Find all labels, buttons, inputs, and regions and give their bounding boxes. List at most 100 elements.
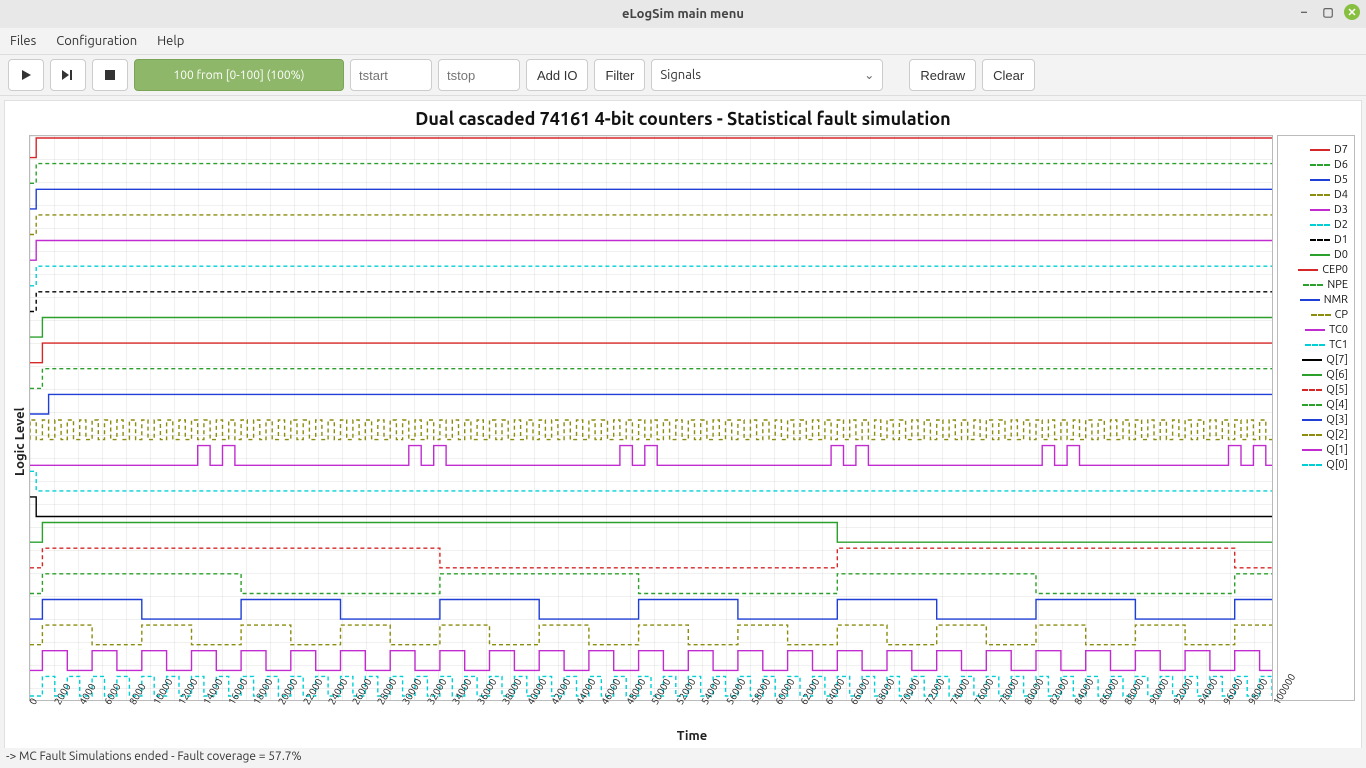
legend-item[interactable]: Q[2] bbox=[1284, 429, 1348, 441]
x-axis-ticks: 0200040006000800010000120001400016000180… bbox=[29, 701, 1273, 733]
step-button[interactable] bbox=[50, 59, 86, 91]
legend-swatch bbox=[1310, 239, 1330, 241]
stop-icon bbox=[104, 69, 116, 81]
trace-TC1 bbox=[30, 471, 1272, 491]
progress-label: 100 from [0-100] (100%) bbox=[173, 69, 304, 82]
maximize-icon[interactable]: ▢ bbox=[1320, 4, 1336, 20]
legend-item[interactable]: D3 bbox=[1284, 204, 1348, 216]
legend-label: D0 bbox=[1334, 249, 1348, 261]
trace-Q[6] bbox=[30, 523, 1272, 543]
legend-label: CP bbox=[1335, 309, 1348, 321]
trace-Q[4] bbox=[30, 574, 1272, 594]
legend-item[interactable]: CEP0 bbox=[1284, 264, 1348, 276]
legend-item[interactable]: D5 bbox=[1284, 174, 1348, 186]
legend-swatch bbox=[1305, 344, 1325, 346]
legend-swatch bbox=[1310, 179, 1330, 181]
trace-Q[7] bbox=[30, 497, 1272, 517]
minimize-icon[interactable]: – bbox=[1296, 4, 1312, 20]
clear-button[interactable]: Clear bbox=[982, 59, 1035, 91]
legend-swatch bbox=[1302, 419, 1322, 421]
close-icon[interactable] bbox=[1344, 4, 1360, 20]
legend-item[interactable]: TC1 bbox=[1284, 339, 1348, 351]
legend-item[interactable]: D1 bbox=[1284, 234, 1348, 246]
trace-Q[2] bbox=[30, 625, 1272, 645]
legend-label: Q[6] bbox=[1326, 369, 1348, 381]
legend-item[interactable]: D4 bbox=[1284, 189, 1348, 201]
toolbar: 100 from [0-100] (100%) Add IO Filter Si… bbox=[0, 54, 1366, 96]
legend-item[interactable]: Q[0] bbox=[1284, 459, 1348, 471]
trace-CEP0 bbox=[30, 343, 1272, 363]
legend-swatch bbox=[1311, 314, 1331, 316]
legend-swatch bbox=[1310, 209, 1330, 211]
legend-item[interactable]: D2 bbox=[1284, 219, 1348, 231]
window-title: eLogSim main menu bbox=[622, 7, 744, 21]
legend-item[interactable]: Q[7] bbox=[1284, 354, 1348, 366]
legend-swatch bbox=[1310, 224, 1330, 226]
tstop-input[interactable] bbox=[438, 59, 520, 91]
progress-indicator: 100 from [0-100] (100%) bbox=[134, 59, 344, 91]
legend-swatch bbox=[1303, 284, 1323, 286]
add-io-label: Add IO bbox=[537, 68, 577, 83]
legend-swatch bbox=[1302, 374, 1322, 376]
legend-item[interactable]: D0 bbox=[1284, 249, 1348, 261]
legend-label: TC0 bbox=[1329, 324, 1348, 336]
add-io-button[interactable]: Add IO bbox=[526, 59, 588, 91]
legend-swatch bbox=[1310, 149, 1330, 151]
window-controls: – ▢ bbox=[1296, 4, 1360, 20]
play-button[interactable] bbox=[8, 59, 44, 91]
trace-D6 bbox=[30, 164, 1272, 184]
step-icon bbox=[61, 69, 75, 81]
signals-select-label: Signals bbox=[660, 68, 701, 82]
legend-swatch bbox=[1300, 299, 1320, 301]
tstart-input[interactable] bbox=[350, 59, 432, 91]
trace-D1 bbox=[30, 292, 1272, 312]
trace-D7 bbox=[30, 138, 1272, 158]
legend-label: TC1 bbox=[1329, 339, 1348, 351]
legend-item[interactable]: D7 bbox=[1284, 144, 1348, 156]
status-bar: -> MC Fault Simulations ended - Fault co… bbox=[0, 748, 1366, 768]
signals-select[interactable]: Signals ⌄ bbox=[651, 59, 883, 91]
menu-files[interactable]: Files bbox=[10, 34, 36, 48]
redraw-label: Redraw bbox=[920, 68, 965, 83]
legend-item[interactable]: NMR bbox=[1284, 294, 1348, 306]
legend-label: Q[5] bbox=[1326, 384, 1348, 396]
play-icon bbox=[20, 69, 32, 81]
stop-button[interactable] bbox=[92, 59, 128, 91]
legend-label: D3 bbox=[1334, 204, 1348, 216]
legend-item[interactable]: Q[4] bbox=[1284, 399, 1348, 411]
redraw-button[interactable]: Redraw bbox=[909, 59, 976, 91]
clear-label: Clear bbox=[993, 68, 1024, 83]
legend-item[interactable]: CP bbox=[1284, 309, 1348, 321]
legend-label: D2 bbox=[1334, 219, 1348, 231]
legend-item[interactable]: TC0 bbox=[1284, 324, 1348, 336]
legend-label: Q[0] bbox=[1326, 459, 1348, 471]
filter-button[interactable]: Filter bbox=[594, 59, 645, 91]
legend-label: D5 bbox=[1334, 174, 1348, 186]
plot-area[interactable] bbox=[29, 135, 1273, 701]
trace-D3 bbox=[30, 241, 1272, 261]
legend-swatch bbox=[1302, 449, 1322, 451]
legend-label: D7 bbox=[1334, 144, 1348, 156]
trace-Q[1] bbox=[30, 651, 1272, 671]
legend-label: Q[1] bbox=[1326, 444, 1348, 456]
legend-label: Q[4] bbox=[1326, 399, 1348, 411]
menu-help[interactable]: Help bbox=[157, 34, 184, 48]
legend-label: NMR bbox=[1324, 294, 1348, 306]
legend: D7 D6 D5 D4 D3 D2 D1 D0 CEP0 NPE NMR CP TC0 TC1 Q[7] Q[… bbox=[1277, 135, 1355, 701]
legend-item[interactable]: Q[1] bbox=[1284, 444, 1348, 456]
chart-panel: Dual cascaded 74161 4-bit counters - Sta… bbox=[4, 100, 1362, 750]
legend-item[interactable]: D6 bbox=[1284, 159, 1348, 171]
trace-NMR bbox=[30, 394, 1272, 414]
trace-NPE bbox=[30, 369, 1272, 389]
legend-item[interactable]: NPE bbox=[1284, 279, 1348, 291]
legend-label: D1 bbox=[1334, 234, 1348, 246]
menu-configuration[interactable]: Configuration bbox=[56, 34, 137, 48]
legend-item[interactable]: Q[3] bbox=[1284, 414, 1348, 426]
chevron-down-icon: ⌄ bbox=[864, 68, 874, 82]
trace-CP bbox=[30, 420, 1272, 440]
legend-label: D6 bbox=[1334, 159, 1348, 171]
legend-item[interactable]: Q[5] bbox=[1284, 384, 1348, 396]
legend-item[interactable]: Q[6] bbox=[1284, 369, 1348, 381]
legend-swatch bbox=[1302, 464, 1322, 466]
trace-D5 bbox=[30, 189, 1272, 209]
